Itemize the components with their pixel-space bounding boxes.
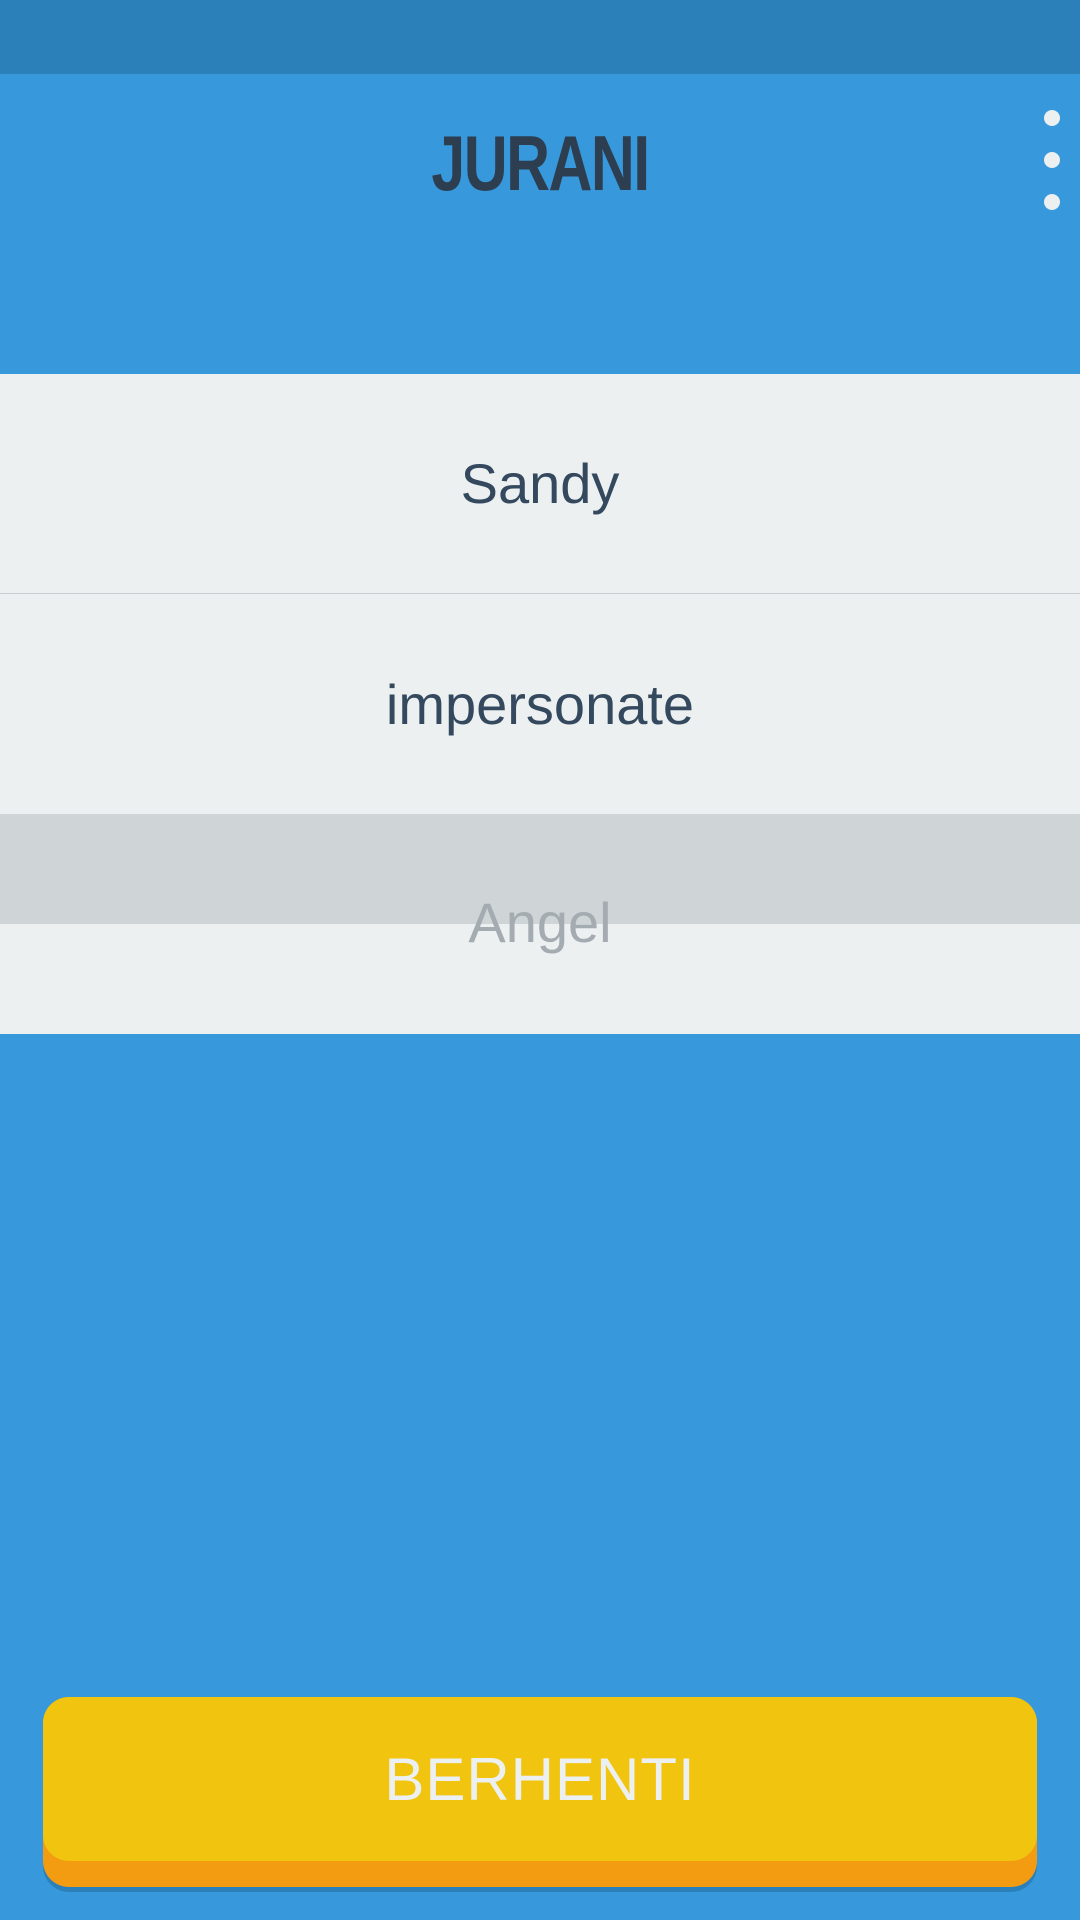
word-label: Angel [468,890,612,954]
menu-dot [1044,152,1060,168]
menu-dot [1044,110,1060,126]
app-bar: JURANI [0,74,1080,374]
more-vert-icon[interactable] [1034,110,1070,210]
word-list: Sandy impersonate Angel [0,374,1080,1034]
app-title: JURANI [431,119,650,207]
menu-dot [1044,194,1060,210]
word-item[interactable]: Sandy [0,374,1080,594]
stop-button-label: BERHENTI [43,1697,1037,1861]
stop-button[interactable]: BERHENTI [43,1697,1037,1887]
word-item-active[interactable]: Angel [0,814,1080,1034]
word-label: Sandy [460,452,620,515]
word-item[interactable]: impersonate [0,594,1080,814]
status-bar [0,0,1080,74]
word-label: impersonate [385,672,695,736]
